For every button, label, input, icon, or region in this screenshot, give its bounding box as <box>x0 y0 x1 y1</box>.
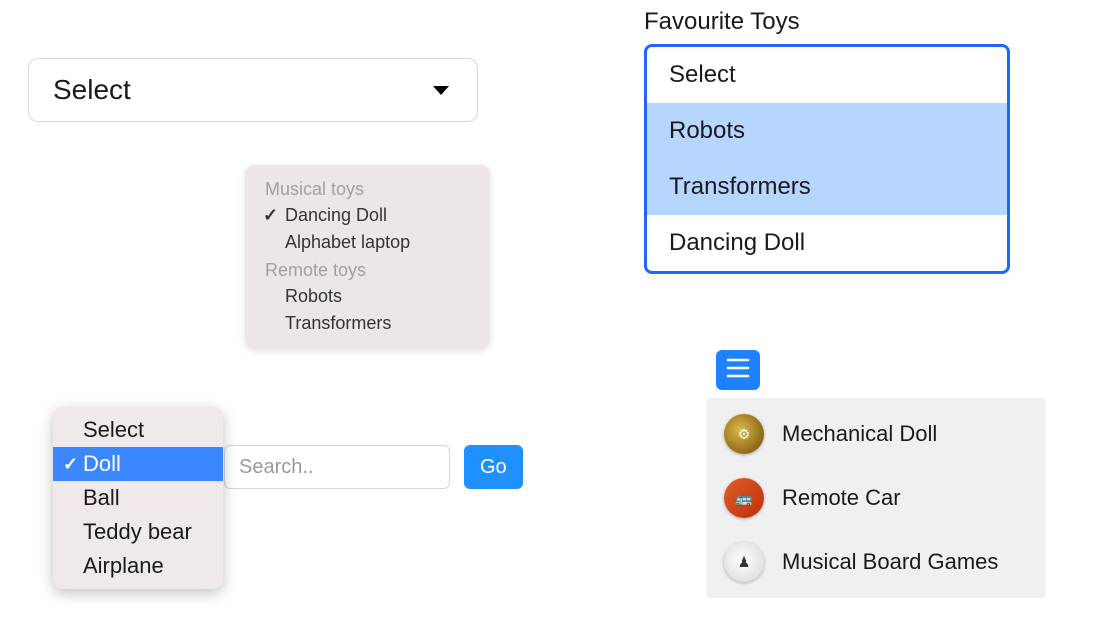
check-icon: ✓ <box>263 205 285 226</box>
group-header: Musical toys <box>245 175 490 202</box>
search-input[interactable] <box>224 445 450 489</box>
search-row: Go <box>224 445 523 489</box>
thumb-icon: 🚌 <box>724 478 764 518</box>
group-option-transformers[interactable]: Transformers <box>245 310 490 337</box>
option-airplane[interactable]: ✓ Airplane <box>53 549 223 583</box>
group-option-dancing-doll[interactable]: ✓ Dancing Doll <box>245 202 490 229</box>
option-label: Select <box>83 417 144 443</box>
image-list-item-musical-board-games[interactable]: ♟ Musical Board Games <box>706 530 1046 594</box>
group-header: Remote toys <box>245 256 490 283</box>
group-option-alphabet-laptop[interactable]: Alphabet laptop <box>245 229 490 256</box>
group-option-robots[interactable]: Robots <box>245 283 490 310</box>
list-option-select[interactable]: Select <box>647 47 1007 103</box>
image-list-item-remote-car[interactable]: 🚌 Remote Car <box>706 466 1046 530</box>
thumb-icon: ⚙ <box>724 414 764 454</box>
image-list: ⚙ Mechanical Doll 🚌 Remote Car ♟ Musical… <box>706 398 1046 598</box>
menu-toggle-button[interactable] <box>716 350 760 390</box>
toy-select-value: Select <box>53 74 131 106</box>
image-list-item-mechanical-doll[interactable]: ⚙ Mechanical Doll <box>706 402 1046 466</box>
thumb-icon: ♟ <box>724 542 764 582</box>
list-option-dancing-doll[interactable]: Dancing Doll <box>647 215 1007 271</box>
option-label: Teddy bear <box>83 519 192 545</box>
favourite-toys-listbox[interactable]: Select Robots Transformers Dancing Doll <box>644 44 1010 274</box>
option-doll[interactable]: ✓ Doll <box>53 447 223 481</box>
chevron-down-icon <box>429 78 453 102</box>
option-label: Airplane <box>83 553 164 579</box>
list-option-transformers[interactable]: Transformers <box>647 159 1007 215</box>
go-button[interactable]: Go <box>464 445 523 489</box>
group-option-label: Dancing Doll <box>285 205 387 226</box>
favourite-toys-label: Favourite Toys <box>644 8 800 36</box>
option-teddy-bear[interactable]: ✓ Teddy bear <box>53 515 223 549</box>
toy-select-options-popup: ✓ Select ✓ Doll ✓ Ball ✓ Teddy bear ✓ Ai… <box>53 407 223 589</box>
hamburger-icon <box>725 356 751 385</box>
group-option-label: Robots <box>285 286 342 307</box>
option-ball[interactable]: ✓ Ball <box>53 481 223 515</box>
image-list-label: Musical Board Games <box>782 549 998 575</box>
toy-select-dropdown[interactable]: Select <box>28 58 478 122</box>
list-option-robots[interactable]: Robots <box>647 103 1007 159</box>
grouped-options-popup: Musical toys ✓ Dancing Doll Alphabet lap… <box>245 165 490 349</box>
option-label: Ball <box>83 485 120 511</box>
group-option-label: Alphabet laptop <box>285 232 410 253</box>
option-label: Doll <box>83 451 121 477</box>
option-select[interactable]: ✓ Select <box>53 413 223 447</box>
image-list-label: Mechanical Doll <box>782 421 937 447</box>
group-option-label: Transformers <box>285 313 391 334</box>
image-list-label: Remote Car <box>782 485 901 511</box>
check-icon: ✓ <box>63 454 83 475</box>
